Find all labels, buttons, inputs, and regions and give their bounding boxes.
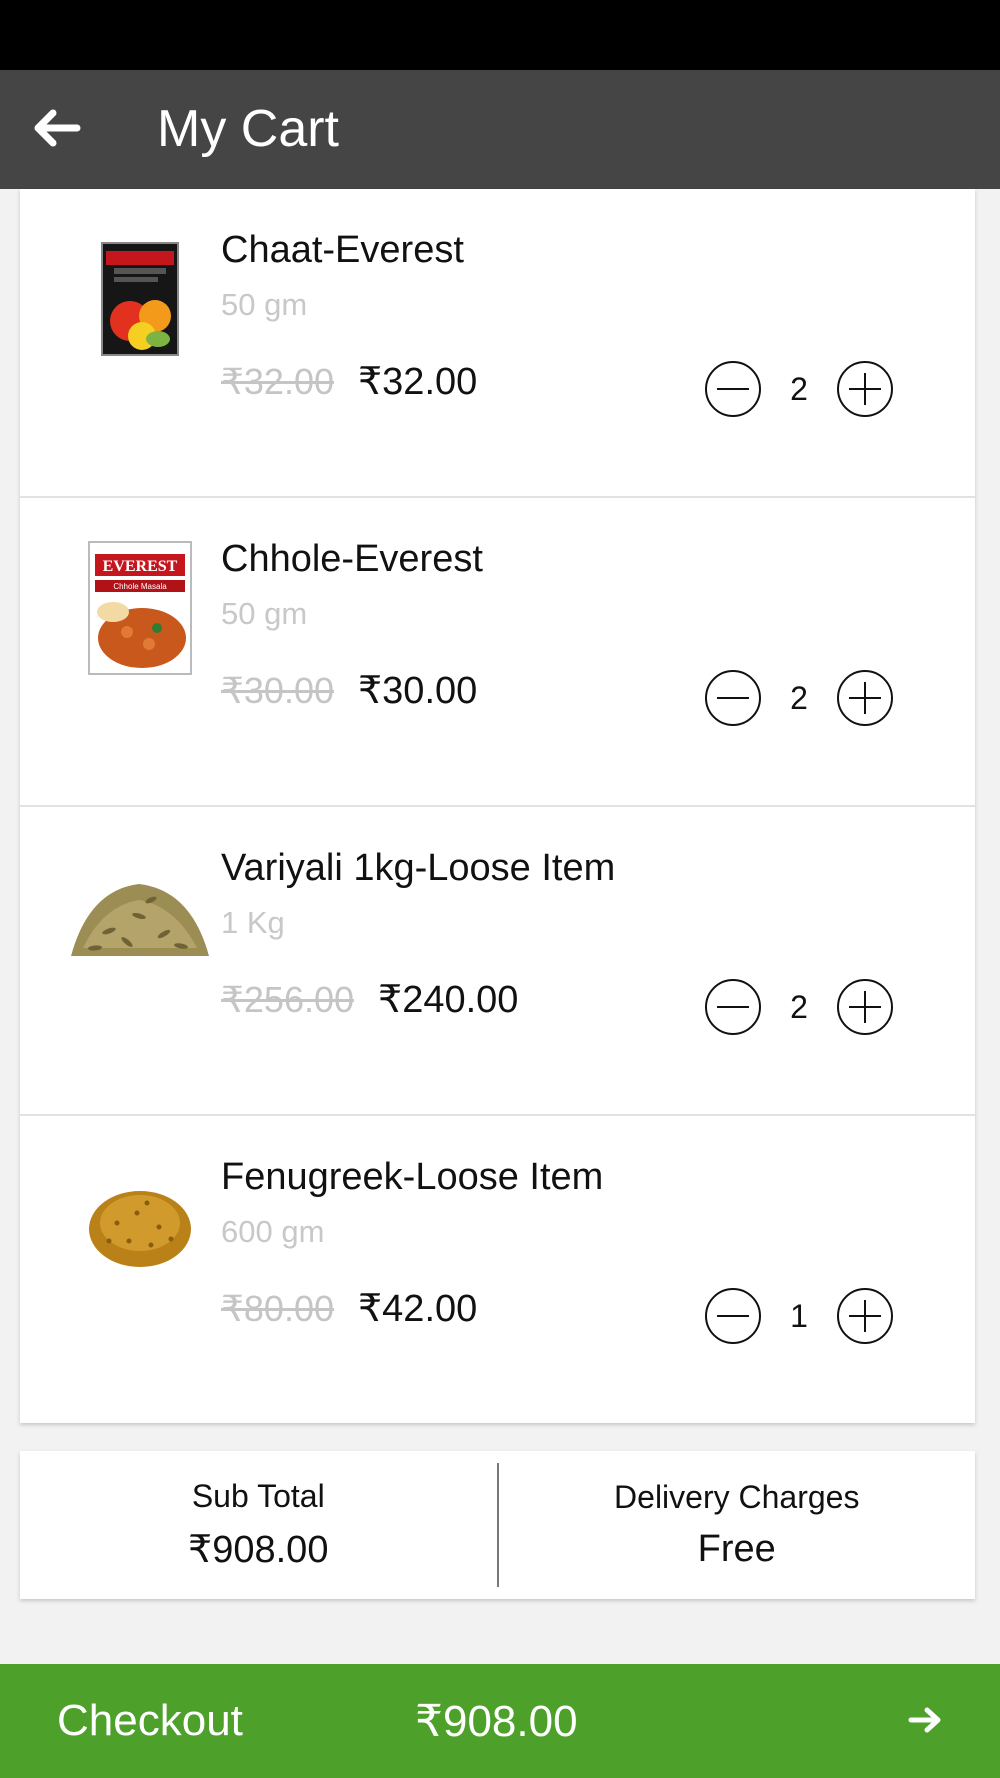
- checkout-label: Checkout: [57, 1696, 243, 1745]
- back-button[interactable]: [26, 98, 86, 158]
- quantity-value: 2: [790, 679, 808, 716]
- item-weight: 600 gm: [221, 1214, 325, 1249]
- item-name: Fenugreek-Loose Item: [221, 1156, 604, 1198]
- increase-quantity-button[interactable]: [837, 1288, 893, 1344]
- status-bar: [0, 0, 1000, 70]
- price-row: ₹30.00 ₹30.00: [221, 668, 477, 713]
- cart-item: Chaat-Everest 50 gm ₹32.00 ₹32.00 2: [20, 189, 975, 498]
- original-price: ₹32.00: [221, 361, 334, 402]
- page-title: My Cart: [157, 100, 339, 158]
- quantity-stepper: 2: [705, 361, 893, 417]
- price-row: ₹32.00 ₹32.00: [221, 359, 477, 404]
- fenugreek-seeds-image: [89, 1191, 191, 1267]
- sale-price: ₹42.00: [358, 1288, 478, 1330]
- subtotal-section: Sub Total ₹908.00: [20, 1451, 497, 1599]
- fennel-seeds-image: [71, 884, 209, 956]
- subtotal-label: Sub Total: [191, 1478, 325, 1514]
- delivery-label: Delivery Charges: [614, 1479, 860, 1515]
- item-weight: 50 gm: [221, 287, 308, 322]
- item-name: Chaat-Everest: [221, 229, 464, 271]
- increase-quantity-button[interactable]: [837, 361, 893, 417]
- increase-quantity-button[interactable]: [837, 670, 893, 726]
- product-image: [60, 234, 220, 364]
- item-weight: 1 Kg: [221, 905, 285, 940]
- original-price: ₹80.00: [221, 1288, 334, 1329]
- item-name: Chhole-Everest: [221, 538, 483, 580]
- cart-item: Fenugreek-Loose Item 600 gm ₹80.00 ₹42.0…: [20, 1116, 975, 1425]
- item-name: Variyali 1kg-Loose Item: [221, 847, 616, 889]
- order-summary: Sub Total ₹908.00 Delivery Charges Free: [20, 1451, 975, 1599]
- sale-price: ₹32.00: [358, 361, 478, 403]
- quantity-value: 2: [790, 988, 808, 1025]
- sale-price: ₹30.00: [358, 670, 478, 712]
- product-image: [60, 1161, 220, 1291]
- cart-item: EVEREST Chhole Masala Chhole-Everest 50 …: [20, 498, 975, 807]
- quantity-stepper: 1: [705, 1288, 893, 1344]
- box-brand-text: EVEREST: [103, 558, 178, 575]
- original-price: ₹30.00: [221, 670, 334, 711]
- arrow-right-icon: [908, 1707, 941, 1733]
- quantity-stepper: 2: [705, 670, 893, 726]
- delivery-section: Delivery Charges Free: [499, 1451, 976, 1599]
- cart-item: Variyali 1kg-Loose Item 1 Kg ₹256.00 ₹24…: [20, 807, 975, 1116]
- price-row: ₹256.00 ₹240.00: [221, 977, 518, 1022]
- checkout-button[interactable]: Checkout ₹908.00: [0, 1664, 1000, 1778]
- sale-price: ₹240.00: [378, 979, 519, 1021]
- product-image: EVEREST Chhole Masala: [60, 541, 220, 675]
- checkout-total: ₹908.00: [415, 1697, 578, 1746]
- increase-quantity-button[interactable]: [837, 979, 893, 1035]
- chhole-masala-box-image: EVEREST Chhole Masala: [88, 541, 192, 675]
- box-product-text: Chhole Masala: [113, 582, 167, 591]
- chaat-masala-box-image: [101, 242, 179, 356]
- product-image: [60, 852, 220, 982]
- arrow-left-icon: [34, 109, 81, 147]
- item-weight: 50 gm: [221, 596, 308, 631]
- decrease-quantity-button[interactable]: [705, 361, 761, 417]
- decrease-quantity-button[interactable]: [705, 670, 761, 726]
- app-bar: My Cart: [0, 70, 1000, 189]
- decrease-quantity-button[interactable]: [705, 979, 761, 1035]
- quantity-value: 1: [790, 1297, 808, 1334]
- delivery-value: Free: [697, 1528, 776, 1570]
- cart-list: Chaat-Everest 50 gm ₹32.00 ₹32.00 2 EVER…: [20, 189, 975, 1423]
- quantity-stepper: 2: [705, 979, 893, 1035]
- subtotal-value: ₹908.00: [188, 1529, 329, 1571]
- quantity-value: 2: [790, 370, 808, 407]
- price-row: ₹80.00 ₹42.00: [221, 1286, 477, 1331]
- original-price: ₹256.00: [221, 979, 355, 1020]
- decrease-quantity-button[interactable]: [705, 1288, 761, 1344]
